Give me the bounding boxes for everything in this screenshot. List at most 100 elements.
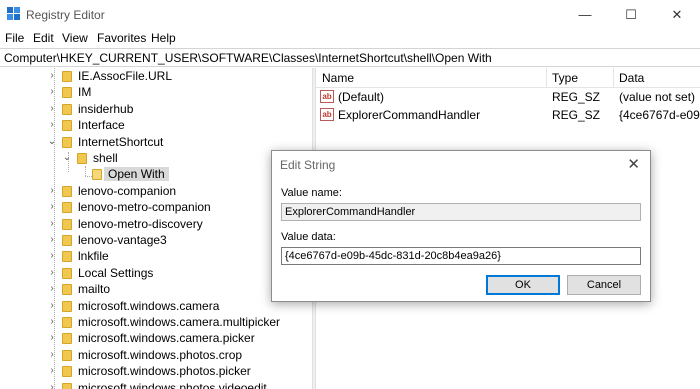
value-type: REG_SZ xyxy=(552,108,601,122)
menu-view[interactable]: View xyxy=(62,31,88,45)
tree-item-label: microsoft.windows.photos.picker xyxy=(78,364,251,379)
menu-file[interactable]: File xyxy=(5,31,24,45)
tree-item[interactable]: › insiderhub xyxy=(0,101,312,117)
tree-item-label: lenovo-metro-discovery xyxy=(78,216,203,231)
column-separator[interactable] xyxy=(546,68,547,88)
tree-item-label: InternetShortcut xyxy=(78,134,164,149)
column-separator[interactable] xyxy=(613,68,614,88)
tree-item[interactable]: › microsoft.windows.photos.picker xyxy=(0,363,312,379)
tree-item-label: insiderhub xyxy=(78,101,134,116)
collapse-icon[interactable]: ⌄ xyxy=(47,136,57,148)
folder-icon xyxy=(62,103,72,115)
folder-icon xyxy=(62,120,72,132)
expand-icon[interactable]: › xyxy=(47,349,57,361)
tree-item[interactable]: ⌄ shell xyxy=(0,150,312,166)
menu-edit[interactable]: Edit xyxy=(33,31,54,45)
folder-icon xyxy=(62,333,72,345)
expand-icon[interactable]: › xyxy=(47,365,57,377)
tree-item[interactable]: › lenovo-vantage3 xyxy=(0,232,312,248)
tree-item[interactable]: › Interface xyxy=(0,117,312,133)
expand-icon[interactable]: › xyxy=(47,234,57,246)
key-tree[interactable]: › IE.AssocFile.URL › IM › insiderhub › Interfac… xyxy=(0,68,312,389)
tree-item[interactable]: › mailto xyxy=(0,281,312,297)
column-data[interactable]: Data xyxy=(619,71,644,85)
value-data-label: Value data: xyxy=(281,231,336,243)
minimize-button[interactable]: — xyxy=(562,0,608,30)
list-row[interactable]: ab (Default) REG_SZ (value not set) xyxy=(316,88,700,106)
open-folder-icon xyxy=(92,169,102,181)
tree-item[interactable]: › microsoft.windows.photos.videoedit xyxy=(0,380,312,389)
expand-icon[interactable]: › xyxy=(47,300,57,312)
expand-icon[interactable]: › xyxy=(47,86,57,98)
expand-icon[interactable]: › xyxy=(47,218,57,230)
close-button[interactable]: ✕ xyxy=(654,0,700,30)
tree-item[interactable]: › lnkfile xyxy=(0,248,312,264)
list-row[interactable]: ab ExplorerCommandHandler REG_SZ {4ce676… xyxy=(316,106,700,124)
tree-item-label: lenovo-metro-companion xyxy=(78,200,211,215)
folder-icon xyxy=(62,300,72,312)
tree-item[interactable]: › microsoft.windows.camera xyxy=(0,298,312,314)
value-data: {4ce6767d-e09b xyxy=(619,108,700,122)
address-bar[interactable]: Computer\HKEY_CURRENT_USER\SOFTWARE\Clas… xyxy=(0,48,700,67)
value-name: (Default) xyxy=(338,90,385,104)
expand-icon[interactable]: › xyxy=(47,103,57,115)
tree-item[interactable]: ⌄ InternetShortcut xyxy=(0,134,312,150)
expand-icon[interactable]: › xyxy=(47,119,57,131)
folder-icon xyxy=(62,251,72,263)
dialog-close-button[interactable]: ✕ xyxy=(627,155,640,173)
expand-icon[interactable]: › xyxy=(47,201,57,213)
collapse-icon[interactable]: ⌄ xyxy=(62,152,72,164)
value-data: (value not set) xyxy=(619,90,696,104)
tree-item[interactable]: › microsoft.windows.photos.crop xyxy=(0,347,312,363)
value-type: REG_SZ xyxy=(552,90,601,104)
tree-item-label: lnkfile xyxy=(78,249,109,264)
edit-string-dialog: Edit String ✕ Value name: ExplorerComman… xyxy=(271,150,651,302)
tree-item-label: lenovo-vantage3 xyxy=(78,233,167,247)
expand-icon[interactable]: › xyxy=(47,70,57,82)
tree-item-label: lenovo-companion xyxy=(78,183,177,198)
list-header: Name Type Data xyxy=(316,68,700,88)
tree-item-label: IM xyxy=(78,85,92,100)
registry-editor-icon xyxy=(7,7,21,21)
folder-icon xyxy=(62,349,72,361)
value-data-input[interactable]: {4ce6767d-e09b-45dc-831d-20c8b4ea9a26} xyxy=(281,247,641,265)
expand-icon[interactable]: › xyxy=(47,250,57,262)
tree-item[interactable]: › IM xyxy=(0,84,312,100)
expand-icon[interactable]: › xyxy=(47,267,57,279)
expand-icon[interactable]: › xyxy=(47,382,57,389)
menu-help[interactable]: Help xyxy=(151,31,176,45)
folder-icon xyxy=(62,218,72,230)
tree-item[interactable]: › Local Settings xyxy=(0,265,312,281)
ok-button[interactable]: OK xyxy=(486,275,560,295)
folder-icon xyxy=(62,87,72,99)
folder-icon xyxy=(62,284,72,296)
tree-item-label: Local Settings xyxy=(78,265,154,280)
window-title: Registry Editor xyxy=(26,8,105,22)
dialog-title: Edit String xyxy=(280,158,336,172)
tree-item[interactable]: › lenovo-companion xyxy=(0,183,312,199)
tree-item-label: mailto xyxy=(78,282,111,297)
expand-icon[interactable]: › xyxy=(47,332,57,344)
string-value-icon: ab xyxy=(320,108,334,121)
folder-icon xyxy=(62,235,72,246)
expand-icon[interactable]: › xyxy=(47,283,57,295)
cancel-button[interactable]: Cancel xyxy=(567,275,641,295)
tree-item-label: microsoft.windows.camera.picker xyxy=(78,331,255,346)
tree-item[interactable]: Open With xyxy=(0,166,312,182)
column-name[interactable]: Name xyxy=(322,71,354,85)
tree-item[interactable]: › microsoft.windows.camera.multipicker xyxy=(0,314,312,330)
tree-item[interactable]: › microsoft.windows.camera.picker xyxy=(0,330,312,346)
folder-icon xyxy=(62,366,72,378)
menu-bar: File Edit View Favorites Help xyxy=(0,30,700,48)
menu-favorites[interactable]: Favorites xyxy=(97,31,146,45)
tree-item[interactable]: › lenovo-metro-companion xyxy=(0,199,312,215)
tree-item[interactable]: › IE.AssocFile.URL xyxy=(0,68,312,84)
folder-icon xyxy=(62,136,72,148)
maximize-button[interactable]: ☐ xyxy=(608,0,654,30)
tree-item-label: Interface xyxy=(78,118,125,133)
tree-item[interactable]: › lenovo-metro-discovery xyxy=(0,216,312,232)
address-path[interactable]: Computer\HKEY_CURRENT_USER\SOFTWARE\Clas… xyxy=(4,51,492,65)
expand-icon[interactable]: › xyxy=(47,316,57,328)
expand-icon[interactable]: › xyxy=(47,185,57,197)
column-type[interactable]: Type xyxy=(552,71,578,85)
